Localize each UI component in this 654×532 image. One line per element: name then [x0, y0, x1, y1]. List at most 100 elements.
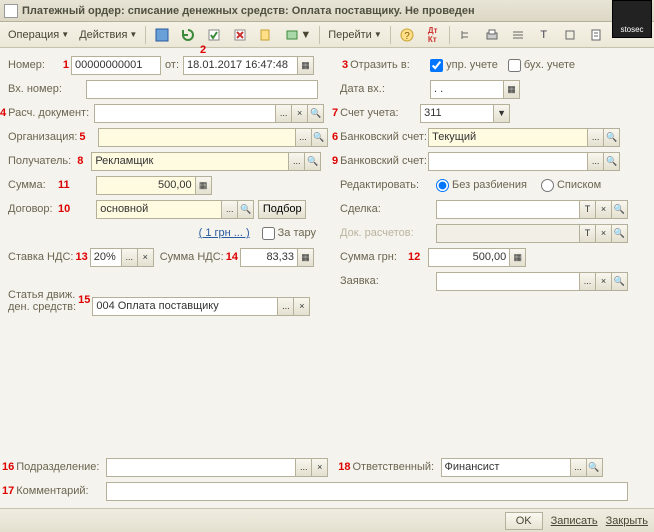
goto-menu[interactable]: Перейти▼: [324, 24, 386, 46]
date-in-calendar-button[interactable]: ▦: [503, 80, 520, 99]
ann-5: 5: [79, 131, 85, 143]
vat-rate-select-button[interactable]: ...: [121, 248, 138, 267]
recipient-input[interactable]: [91, 152, 289, 171]
vat-sum-input[interactable]: [240, 248, 298, 267]
deal-search-button[interactable]: 🔍: [611, 200, 628, 219]
sum-grn-input[interactable]: [428, 248, 510, 267]
basis-icon[interactable]: [254, 24, 278, 46]
bank9-input[interactable]: [428, 152, 588, 171]
tree-icon[interactable]: [454, 24, 478, 46]
save-link[interactable]: Записать: [551, 515, 598, 527]
doc-input[interactable]: [94, 104, 276, 123]
report-icon[interactable]: [584, 24, 608, 46]
rate-hint-link[interactable]: ( 1 грн ... ): [199, 227, 250, 239]
account-input[interactable]: [420, 104, 494, 123]
org-input[interactable]: [98, 128, 296, 147]
settle-doc-clear-button[interactable]: ×: [595, 224, 612, 243]
sum-calc-button[interactable]: ▦: [195, 176, 212, 195]
subdiv-label: Подразделение:: [16, 461, 106, 473]
ann-2: 2: [200, 44, 206, 56]
settle-doc-input: [436, 224, 580, 243]
deal-t-button[interactable]: T: [579, 200, 596, 219]
deal-input[interactable]: [436, 200, 580, 219]
ext-number-input[interactable]: [86, 80, 318, 99]
comment-input[interactable]: [106, 482, 628, 501]
account-label: Счет учета:: [340, 107, 420, 119]
responsible-input[interactable]: [441, 458, 571, 477]
vat-rate-input[interactable]: [90, 248, 122, 267]
subdiv-clear-button[interactable]: ×: [311, 458, 328, 477]
unpost-icon[interactable]: [228, 24, 252, 46]
contract-search-button[interactable]: 🔍: [237, 200, 254, 219]
ann-6: 6: [332, 131, 338, 143]
org-select-button[interactable]: ...: [295, 128, 312, 147]
doc-clear-button[interactable]: ×: [291, 104, 308, 123]
date-in-input[interactable]: [430, 80, 504, 99]
deal-clear-button[interactable]: ×: [595, 200, 612, 219]
vat-sum-calc-button[interactable]: ▦: [297, 248, 314, 267]
list-icon[interactable]: [506, 24, 530, 46]
cashflow-input[interactable]: [92, 297, 278, 316]
bank6-search-button[interactable]: 🔍: [603, 128, 620, 147]
request-input[interactable]: [436, 272, 580, 291]
bank6-input[interactable]: [428, 128, 588, 147]
mgmt-checkbox[interactable]: [430, 59, 443, 72]
ann-7: 7: [332, 107, 338, 119]
cashflow-clear-button[interactable]: ×: [293, 297, 310, 316]
sum-input[interactable]: [96, 176, 196, 195]
responsible-select-button[interactable]: ...: [570, 458, 587, 477]
bank9-label: Банковский счет:: [340, 155, 428, 167]
settle-doc-search-button[interactable]: 🔍: [611, 224, 628, 243]
acc-checkbox[interactable]: [508, 59, 521, 72]
dt-kt-icon[interactable]: ДтКт: [421, 24, 445, 46]
no-split-radio[interactable]: [436, 179, 449, 192]
structure-icon[interactable]: ▼: [280, 24, 315, 46]
text-icon[interactable]: T: [532, 24, 556, 46]
request-search-button[interactable]: 🔍: [611, 272, 628, 291]
subdiv-input[interactable]: [106, 458, 296, 477]
contract-input[interactable]: [96, 200, 222, 219]
bank9-select-button[interactable]: ...: [587, 152, 604, 171]
select-button[interactable]: Подбор: [258, 200, 306, 219]
list-radio[interactable]: [541, 179, 554, 192]
account-dropdown-button[interactable]: ▼: [493, 104, 510, 123]
date-calendar-button[interactable]: ▦: [297, 56, 314, 75]
cashflow-select-button[interactable]: ...: [277, 297, 294, 316]
ann-4: 4: [0, 107, 6, 119]
recipient-search-button[interactable]: 🔍: [304, 152, 321, 171]
doc-select-button[interactable]: ...: [275, 104, 292, 123]
bank9-search-button[interactable]: 🔍: [603, 152, 620, 171]
no-split-label: Без разбиения: [452, 179, 527, 191]
ann-13: 13: [75, 251, 87, 263]
misc-icon[interactable]: [558, 24, 582, 46]
org-search-button[interactable]: 🔍: [311, 128, 328, 147]
doc-label: Расч. документ:: [8, 107, 94, 119]
close-link[interactable]: Закрыть: [606, 515, 648, 527]
actions-menu[interactable]: Действия▼: [75, 24, 141, 46]
operation-menu[interactable]: Операция▼: [4, 24, 73, 46]
doc-search-button[interactable]: 🔍: [307, 104, 324, 123]
ok-button[interactable]: OK: [505, 512, 543, 530]
bank6-select-button[interactable]: ...: [587, 128, 604, 147]
print-icon[interactable]: [480, 24, 504, 46]
request-clear-button[interactable]: ×: [595, 272, 612, 291]
post-icon[interactable]: [202, 24, 226, 46]
responsible-search-button[interactable]: 🔍: [586, 458, 603, 477]
help-icon[interactable]: ?: [395, 24, 419, 46]
refresh-icon[interactable]: [176, 24, 200, 46]
contract-select-button[interactable]: ...: [221, 200, 238, 219]
recipient-select-button[interactable]: ...: [288, 152, 305, 171]
settle-doc-t-button[interactable]: T: [579, 224, 596, 243]
sum-grn-calc-button[interactable]: ▦: [509, 248, 526, 267]
save-icon[interactable]: [150, 24, 174, 46]
tare-checkbox[interactable]: [262, 227, 275, 240]
ann-8: 8: [77, 155, 83, 167]
date-input[interactable]: [183, 56, 298, 75]
number-input[interactable]: [71, 56, 161, 75]
vat-rate-clear-button[interactable]: ×: [137, 248, 154, 267]
ann-14: 14: [226, 251, 238, 263]
ann-10: 10: [58, 203, 70, 215]
tare-label: За тару: [278, 227, 316, 239]
request-select-button[interactable]: ...: [579, 272, 596, 291]
subdiv-select-button[interactable]: ...: [295, 458, 312, 477]
